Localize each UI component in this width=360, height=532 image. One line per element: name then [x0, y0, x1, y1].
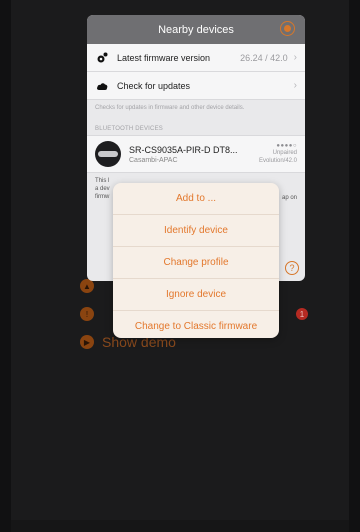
- check-updates-row[interactable]: Check for updates ›: [87, 72, 305, 100]
- device-row[interactable]: SR-CS9035A-PIR-D DT8... Casambi-APAC ●●●…: [87, 135, 305, 173]
- gear-icon: [95, 51, 109, 65]
- section-title: BLUETOOTH DEVICES: [95, 126, 163, 132]
- device-name: SR-CS9035A-PIR-D DT8...: [129, 144, 238, 155]
- cloud-icon: [95, 79, 109, 93]
- change-classic-firmware-button[interactable]: Change to Classic firmware: [113, 311, 279, 338]
- chevron-right-icon: ›: [293, 52, 297, 63]
- panel-title: Nearby devices: [158, 23, 234, 36]
- alert-icon: !: [80, 307, 94, 321]
- firmware-version-row[interactable]: Latest firmware version 26.24 / 42.0 ›: [87, 44, 305, 72]
- question-icon[interactable]: ?: [285, 261, 299, 275]
- device-firmware: Evolution/42.0: [258, 158, 297, 164]
- chevron-right-icon: ›: [293, 80, 297, 91]
- device-network: Casambi-APAC: [129, 156, 178, 164]
- identify-device-button[interactable]: Identify device: [113, 215, 279, 247]
- add-to-button[interactable]: Add to ...: [113, 183, 279, 215]
- firmware-value: 26.24 / 42.0: [240, 52, 288, 63]
- device-meta: ●●●●○ Unpaired Evolution/42.0: [259, 143, 297, 165]
- change-profile-button[interactable]: Change profile: [113, 247, 279, 279]
- settings-icon: ▲: [80, 279, 94, 293]
- bottom-bar: [11, 520, 349, 532]
- ignore-device-button[interactable]: Ignore device: [113, 279, 279, 311]
- check-updates-label: Check for updates: [117, 80, 191, 91]
- footer-text-right: ap on: [281, 195, 297, 201]
- panel-header: Nearby devices: [87, 15, 305, 44]
- device-action-sheet: Add to ... Identify device Change profil…: [113, 183, 279, 338]
- device-info: SR-CS9035A-PIR-D DT8... Casambi-APAC: [129, 145, 259, 164]
- device-icon: [95, 141, 121, 167]
- play-icon: ▶: [80, 335, 94, 349]
- firmware-label: Latest firmware version: [117, 52, 211, 63]
- help-button[interactable]: [280, 21, 295, 36]
- help-icon: [284, 25, 291, 32]
- updates-note: Checks for updates in firmware and other…: [95, 105, 245, 111]
- notification-badge: 1: [296, 308, 308, 320]
- device-bar: [98, 151, 118, 157]
- device-status: Unpaired: [272, 150, 297, 156]
